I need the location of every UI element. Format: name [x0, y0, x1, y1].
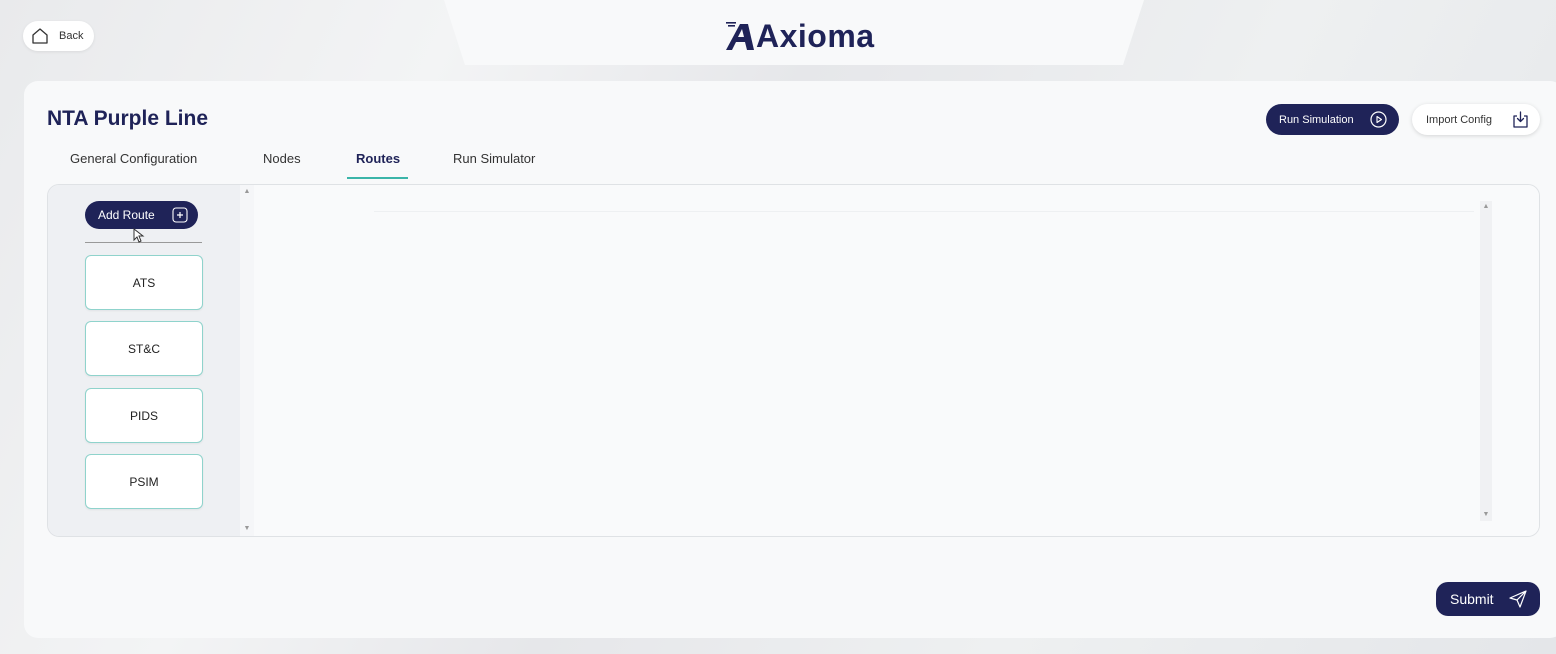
main-card: NTA Purple Line Run Simulation Import Co… — [24, 81, 1556, 638]
route-item-ats[interactable]: ATS — [85, 255, 203, 310]
routes-panel: Add Route ATS ST&C PIDS PSIM ▲ ▼ ▲ ▼ — [47, 184, 1540, 537]
routes-sidebar: Add Route ATS ST&C PIDS PSIM ▲ ▼ — [48, 185, 254, 536]
logo-text: Axioma — [756, 17, 875, 54]
tab-routes[interactable]: Routes — [356, 151, 400, 176]
route-editor-area: ▲ ▼ — [254, 185, 1539, 536]
play-circle-icon — [1370, 111, 1387, 128]
route-item-stc[interactable]: ST&C — [85, 321, 203, 376]
plus-icon — [172, 207, 188, 223]
back-button[interactable]: Back — [23, 21, 94, 51]
submit-label: Submit — [1450, 591, 1494, 607]
add-route-button[interactable]: Add Route — [85, 201, 198, 229]
page-title: NTA Purple Line — [47, 107, 209, 130]
active-tab-indicator — [347, 177, 408, 179]
tab-run-simulator[interactable]: Run Simulator — [453, 151, 535, 176]
route-item-psim[interactable]: PSIM — [85, 454, 203, 509]
mouse-cursor-icon — [133, 228, 145, 243]
editor-scrollbar[interactable]: ▲ ▼ — [1480, 201, 1492, 521]
submit-button[interactable]: Submit — [1436, 582, 1540, 616]
import-config-button[interactable]: Import Config — [1412, 104, 1540, 135]
sidebar-scrollbar[interactable]: ▲ ▼ — [240, 185, 254, 536]
run-simulation-label: Run Simulation — [1279, 113, 1354, 126]
editor-scroll-down-icon[interactable]: ▼ — [1480, 511, 1492, 519]
import-config-label: Import Config — [1426, 113, 1493, 126]
route-item-pids[interactable]: PIDS — [85, 388, 203, 443]
editor-divider — [374, 211, 1474, 212]
tab-general-configuration[interactable]: General Configuration — [70, 151, 197, 176]
tab-nodes[interactable]: Nodes — [263, 151, 301, 176]
scroll-down-arrow-icon[interactable]: ▼ — [240, 525, 254, 533]
run-simulation-button[interactable]: Run Simulation — [1266, 104, 1399, 135]
editor-scroll-up-icon[interactable]: ▲ — [1480, 203, 1492, 211]
home-icon — [32, 28, 48, 44]
back-label: Back — [59, 30, 84, 42]
send-icon — [1509, 590, 1527, 608]
app-logo: Axioma — [724, 16, 875, 56]
add-route-label: Add Route — [98, 208, 155, 222]
import-icon — [1513, 111, 1528, 128]
scroll-up-arrow-icon[interactable]: ▲ — [240, 188, 254, 196]
axioma-logo-icon — [726, 22, 754, 50]
